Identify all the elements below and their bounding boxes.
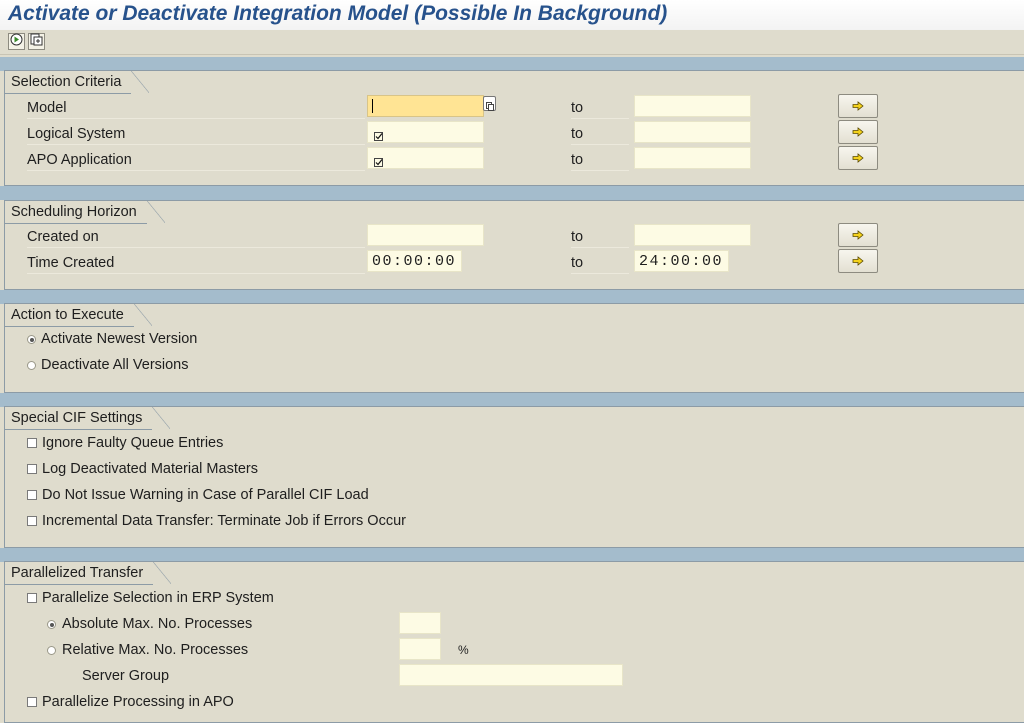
relative-max-processes-label: Relative Max. No. Processes [62, 642, 249, 658]
separator-band [0, 186, 1024, 200]
title-bar: Activate or Deactivate Integration Model… [0, 0, 1024, 30]
apo-application-to-label: to [571, 148, 629, 171]
logical-system-to-input[interactable] [634, 121, 751, 143]
created-on-label: Created on [27, 225, 365, 248]
separator-band [0, 57, 1024, 71]
no-warning-parallel-cif-label: Do Not Issue Warning in Case of Parallel… [42, 487, 369, 503]
time-created-multiple-selection-button[interactable] [838, 249, 878, 273]
separator-band [0, 290, 1024, 304]
required-check-icon [374, 153, 383, 167]
checkbox[interactable] [27, 438, 37, 448]
ignore-faulty-queue-label: Ignore Faulty Queue Entries [42, 435, 224, 451]
arrow-right-icon [852, 153, 864, 163]
time-created-label: Time Created [27, 251, 365, 274]
separator-band [0, 548, 1024, 562]
scheduling-horizon-group: Scheduling Horizon Created on to Time Cr… [4, 200, 1024, 290]
checkbox[interactable] [27, 464, 37, 474]
required-check-icon [374, 127, 383, 141]
section-title: Scheduling Horizon [5, 201, 165, 224]
created-on-from-input[interactable] [367, 224, 484, 246]
server-group-input[interactable] [399, 664, 623, 686]
selection-criteria-group: Selection Criteria Model to Logical Syst… [4, 70, 1024, 186]
relative-max-processes-input[interactable] [399, 638, 441, 660]
radio-button-selected[interactable] [47, 620, 56, 629]
time-created-to-input[interactable]: 24:00:00 [634, 250, 729, 272]
logical-system-label: Logical System [27, 122, 365, 145]
separator-band [0, 393, 1024, 407]
page-title: Activate or Deactivate Integration Model… [8, 2, 668, 25]
checkbox[interactable] [27, 490, 37, 500]
server-group-label: Server Group [82, 668, 170, 684]
get-variant-button[interactable] [28, 33, 45, 50]
time-created-from-input[interactable]: 00:00:00 [367, 250, 462, 272]
absolute-max-processes-label: Absolute Max. No. Processes [62, 616, 253, 632]
special-cif-settings-group: Special CIF Settings Ignore Faulty Queue… [4, 406, 1024, 548]
apo-application-from-input[interactable] [367, 147, 484, 169]
radio-button-selected[interactable] [27, 335, 36, 344]
checkbox[interactable] [27, 697, 37, 707]
absolute-max-processes-input[interactable] [399, 612, 441, 634]
section-title: Special CIF Settings [5, 407, 171, 430]
section-title: Parallelized Transfer [5, 562, 172, 585]
arrow-right-icon [852, 230, 864, 240]
logical-system-from-input[interactable] [367, 121, 484, 143]
apo-application-to-input[interactable] [634, 147, 751, 169]
incremental-transfer-label: Incremental Data Transfer: Terminate Job… [42, 513, 406, 529]
section-title: Selection Criteria [5, 71, 150, 94]
search-help-button[interactable] [483, 96, 496, 111]
arrow-right-icon [852, 127, 864, 137]
arrow-right-icon [852, 256, 864, 266]
model-to-input[interactable] [634, 95, 751, 117]
arrow-right-icon [852, 101, 864, 111]
percent-unit: % [458, 643, 469, 657]
time-created-to-label: to [571, 251, 629, 274]
created-on-to-input[interactable] [634, 224, 751, 246]
action-to-execute-group: Action to Execute Activate Newest Versio… [4, 303, 1024, 393]
radio-button[interactable] [47, 646, 56, 655]
search-help-icon [486, 99, 494, 115]
apo-application-label: APO Application [27, 148, 365, 171]
checkbox[interactable] [27, 516, 37, 526]
activate-newest-label: Activate Newest Version [41, 331, 198, 347]
parallelized-transfer-group: Parallelized Transfer Parallelize Select… [4, 561, 1024, 723]
parallelize-apo-label: Parallelize Processing in APO [42, 694, 234, 710]
model-from-input[interactable] [367, 95, 484, 117]
created-on-multiple-selection-button[interactable] [838, 223, 878, 247]
variant-icon [30, 33, 43, 50]
parallelize-erp-label: Parallelize Selection in ERP System [42, 590, 274, 606]
created-on-to-label: to [571, 225, 629, 248]
logical-system-to-label: to [571, 122, 629, 145]
execute-button[interactable] [8, 33, 25, 50]
model-to-label: to [571, 96, 629, 119]
model-label: Model [27, 96, 365, 119]
apo-application-multiple-selection-button[interactable] [838, 146, 878, 170]
application-toolbar [0, 30, 1024, 55]
deactivate-all-label: Deactivate All Versions [41, 357, 189, 373]
text-cursor [372, 99, 373, 113]
logical-system-multiple-selection-button[interactable] [838, 120, 878, 144]
section-title: Action to Execute [5, 304, 152, 327]
execute-icon [10, 33, 23, 50]
model-multiple-selection-button[interactable] [838, 94, 878, 118]
radio-button[interactable] [27, 361, 36, 370]
checkbox[interactable] [27, 593, 37, 603]
log-deactivated-materials-label: Log Deactivated Material Masters [42, 461, 258, 477]
